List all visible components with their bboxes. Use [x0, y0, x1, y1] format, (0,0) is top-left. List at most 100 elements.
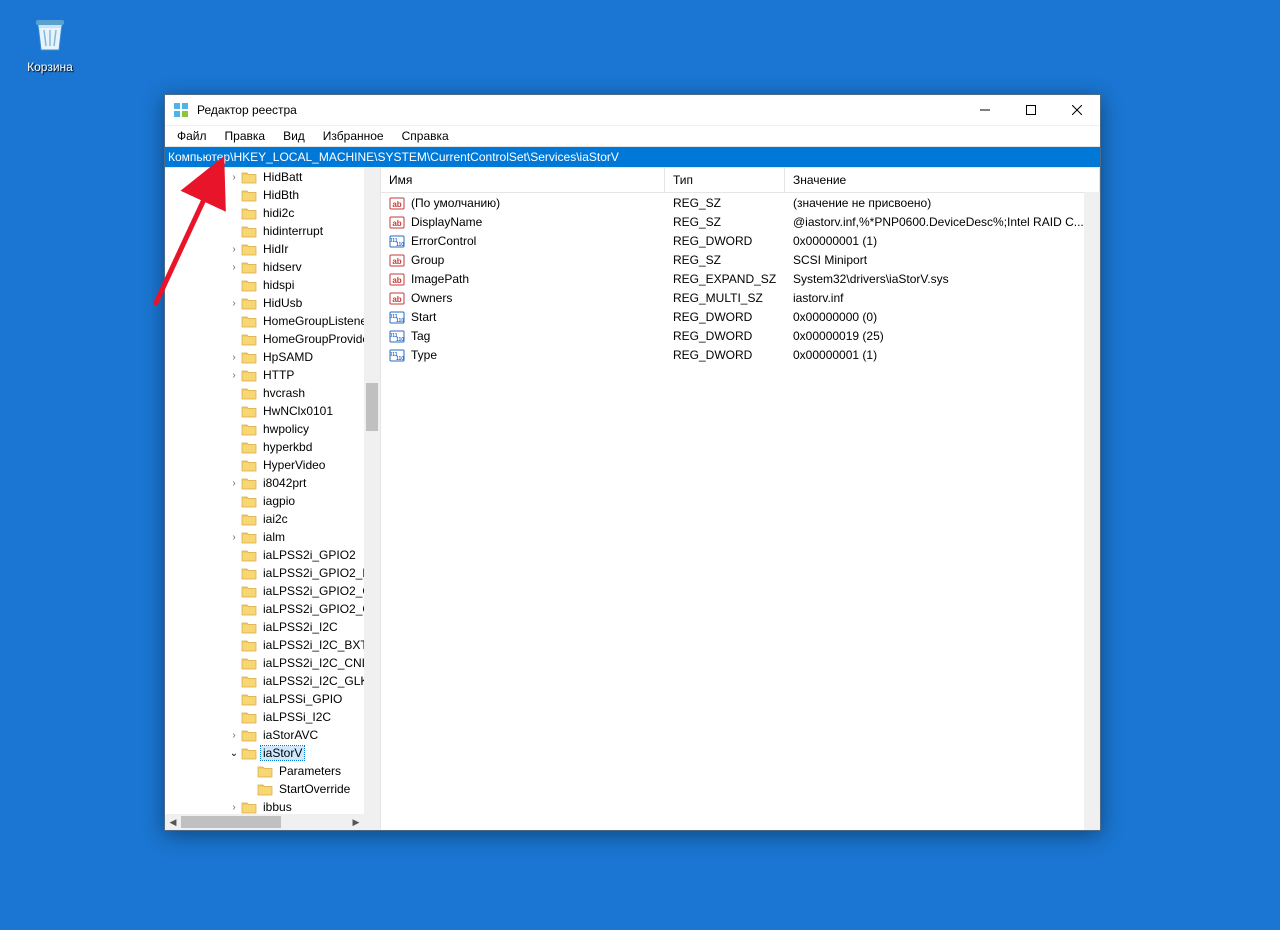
registry-tree[interactable]: ›HidBattHidBthhidi2chidinterrupt›HidIr›h…	[165, 168, 364, 814]
folder-icon	[241, 800, 257, 814]
tree-item[interactable]: ›iaStorAVC	[165, 726, 364, 744]
desktop-icon-recycle-bin[interactable]: Корзина	[12, 8, 88, 74]
hscroll-left-icon[interactable]: ◀	[165, 814, 181, 830]
tree-item[interactable]: ›ialm	[165, 528, 364, 546]
chevron-right-icon[interactable]: ›	[227, 730, 241, 741]
menu-help[interactable]: Справка	[394, 127, 457, 145]
folder-icon	[241, 656, 257, 670]
tree-item[interactable]: HomeGroupListener	[165, 312, 364, 330]
value-row[interactable]: ab(По умолчанию)REG_SZ(значение не присв…	[381, 193, 1100, 212]
chevron-right-icon[interactable]: ›	[227, 352, 241, 363]
svg-text:110: 110	[396, 318, 404, 324]
titlebar[interactable]: Редактор реестра	[165, 95, 1100, 126]
string-value-icon: ab	[389, 195, 405, 211]
tree-item-label: iaLPSS2i_GPIO2	[261, 548, 358, 562]
tree-item[interactable]: hvcrash	[165, 384, 364, 402]
value-row[interactable]: abDisplayNameREG_SZ@iastorv.inf,%*PNP060…	[381, 212, 1100, 231]
folder-icon	[241, 674, 257, 688]
chevron-down-icon[interactable]: ⌄	[227, 748, 241, 759]
address-bar[interactable]: Компьютер\HKEY_LOCAL_MACHINE\SYSTEM\Curr…	[165, 147, 1100, 167]
tree-item[interactable]: iaLPSS2i_I2C_CNL	[165, 654, 364, 672]
tree-item[interactable]: iaLPSSi_GPIO	[165, 690, 364, 708]
tree-item[interactable]: iaLPSS2i_GPIO2_BXT_P	[165, 564, 364, 582]
tree-item[interactable]: HwNClx0101	[165, 402, 364, 420]
string-value-icon: ab	[389, 271, 405, 287]
tree-item[interactable]: ›HpSAMD	[165, 348, 364, 366]
tree-item[interactable]: ›ibbus	[165, 798, 364, 814]
tree-item[interactable]: HomeGroupProvider	[165, 330, 364, 348]
tree-item[interactable]: ›HidBatt	[165, 168, 364, 186]
tree-item[interactable]: HyperVideo	[165, 456, 364, 474]
tree-item[interactable]: iaLPSS2i_I2C	[165, 618, 364, 636]
minimize-button[interactable]	[962, 95, 1008, 125]
tree-item[interactable]: ›hidserv	[165, 258, 364, 276]
string-value-icon: ab	[389, 252, 405, 268]
tree-item[interactable]: iaLPSS2i_GPIO2_CNL	[165, 582, 364, 600]
menu-file[interactable]: Файл	[169, 127, 215, 145]
menubar: Файл Правка Вид Избранное Справка	[165, 126, 1100, 147]
col-header-type[interactable]: Тип	[665, 168, 785, 192]
column-headers[interactable]: Имя Тип Значение	[381, 168, 1100, 193]
tree-item[interactable]: iaLPSS2i_I2C_GLK	[165, 672, 364, 690]
tree-item[interactable]: hidi2c	[165, 204, 364, 222]
tree-item[interactable]: ⌄iaStorV	[165, 744, 364, 762]
value-row[interactable]: abOwnersREG_MULTI_SZiastorv.inf	[381, 288, 1100, 307]
value-row[interactable]: 011110StartREG_DWORD0x00000000 (0)	[381, 307, 1100, 326]
chevron-right-icon[interactable]: ›	[227, 262, 241, 273]
hscroll-right-icon[interactable]: ▶	[348, 814, 364, 830]
value-data: SCSI Miniport	[785, 253, 1100, 267]
maximize-button[interactable]	[1008, 95, 1054, 125]
tree-item-label: HidBth	[261, 188, 301, 202]
chevron-right-icon[interactable]: ›	[227, 244, 241, 255]
chevron-right-icon[interactable]: ›	[227, 298, 241, 309]
tree-vscroll-thumb[interactable]	[366, 383, 378, 431]
chevron-right-icon[interactable]: ›	[227, 172, 241, 183]
tree-item-label: HomeGroupListener	[261, 314, 364, 328]
tree-item[interactable]: hidspi	[165, 276, 364, 294]
tree-item[interactable]: iaLPSS2i_GPIO2	[165, 546, 364, 564]
tree-item[interactable]: hwpolicy	[165, 420, 364, 438]
tree-item[interactable]: StartOverride	[165, 780, 364, 798]
col-header-data[interactable]: Значение	[785, 168, 1100, 192]
string-value-icon: ab	[389, 290, 405, 306]
menu-favorites[interactable]: Избранное	[315, 127, 392, 145]
regedit-app-icon	[173, 102, 189, 118]
tree-item[interactable]: ›HidUsb	[165, 294, 364, 312]
tree-item[interactable]: ›i8042prt	[165, 474, 364, 492]
chevron-right-icon[interactable]: ›	[227, 478, 241, 489]
binary-value-icon: 011110	[389, 309, 405, 325]
chevron-right-icon[interactable]: ›	[227, 370, 241, 381]
tree-item[interactable]: iagpio	[165, 492, 364, 510]
tree-item[interactable]: hidinterrupt	[165, 222, 364, 240]
value-row[interactable]: 011110TypeREG_DWORD0x00000001 (1)	[381, 345, 1100, 364]
tree-item-label: iaLPSS2i_GPIO2_CNL	[261, 584, 364, 598]
close-button[interactable]	[1054, 95, 1100, 125]
tree-vscrollbar[interactable]	[364, 168, 380, 814]
recycle-bin-icon	[26, 8, 74, 56]
value-row[interactable]: abGroupREG_SZSCSI Miniport	[381, 250, 1100, 269]
value-name: ImagePath	[411, 272, 469, 286]
menu-edit[interactable]: Правка	[217, 127, 274, 145]
tree-item[interactable]: iai2c	[165, 510, 364, 528]
tree-hscroll-thumb[interactable]	[181, 816, 281, 828]
tree-hscrollbar[interactable]: ◀ ▶	[165, 814, 364, 830]
tree-item-label: iaLPSS2i_I2C	[261, 620, 340, 634]
menu-view[interactable]: Вид	[275, 127, 313, 145]
tree-item[interactable]: iaLPSSi_I2C	[165, 708, 364, 726]
tree-item[interactable]: iaLPSS2i_I2C_BXT_P	[165, 636, 364, 654]
tree-item[interactable]: ›HTTP	[165, 366, 364, 384]
tree-item[interactable]: HidBth	[165, 186, 364, 204]
tree-item[interactable]: hyperkbd	[165, 438, 364, 456]
value-row[interactable]: 011110ErrorControlREG_DWORD0x00000001 (1…	[381, 231, 1100, 250]
tree-item[interactable]: ›HidIr	[165, 240, 364, 258]
values-vscrollbar[interactable]	[1084, 192, 1100, 830]
folder-icon	[241, 170, 257, 184]
tree-item[interactable]: Parameters	[165, 762, 364, 780]
chevron-right-icon[interactable]: ›	[227, 532, 241, 543]
values-list: ab(По умолчанию)REG_SZ(значение не присв…	[381, 193, 1100, 364]
tree-item[interactable]: iaLPSS2i_GPIO2_GLK	[165, 600, 364, 618]
chevron-right-icon[interactable]: ›	[227, 802, 241, 813]
value-row[interactable]: abImagePathREG_EXPAND_SZSystem32\drivers…	[381, 269, 1100, 288]
value-row[interactable]: 011110TagREG_DWORD0x00000019 (25)	[381, 326, 1100, 345]
col-header-name[interactable]: Имя	[381, 168, 665, 192]
